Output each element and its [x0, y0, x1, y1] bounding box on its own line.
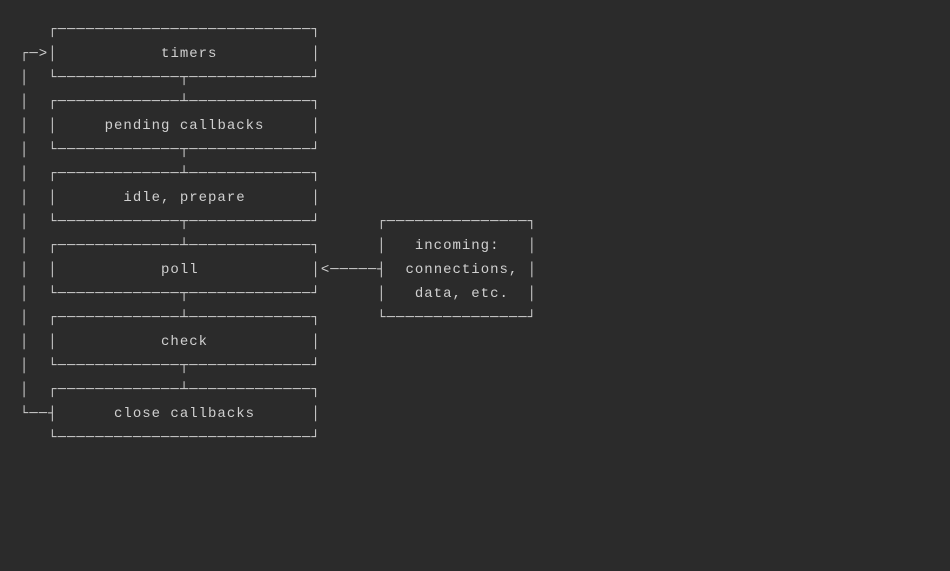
diagram-row: ┌───────────────────────────┐ [20, 22, 321, 38]
sidebox-line-3: data, etc. [415, 286, 509, 302]
phase-check: check [161, 334, 208, 350]
phase-pending-callbacks: pending callbacks [105, 118, 265, 134]
sidebox-line-2: connections, [406, 262, 519, 278]
diagram-row: │ ┌─────────────┴─────────────┐ [20, 166, 321, 182]
diagram-row: │ └─────────────┬─────────────┘ ┌───────… [20, 214, 537, 230]
phase-idle-prepare: idle, prepare [123, 190, 245, 206]
diagram-row: │ │ pending callbacks │ [20, 118, 321, 134]
diagram-row: │ ┌─────────────┴─────────────┐ │ incomi… [20, 238, 537, 254]
diagram-row: └──┤ close callbacks │ [20, 406, 321, 422]
phase-poll: poll [161, 262, 199, 278]
diagram-row: └───────────────────────────┘ [20, 430, 321, 446]
sidebox-line-1: incoming: [415, 238, 500, 254]
phase-close-callbacks: close callbacks [114, 406, 255, 422]
diagram-row: ┌─>│ timers │ [20, 46, 321, 62]
diagram-row: │ │ poll │<─────┤ connections, │ [20, 262, 537, 278]
diagram-row: │ ┌─────────────┴─────────────┐ └───────… [20, 310, 537, 326]
diagram-row: │ │ check │ [20, 334, 321, 350]
entry-arrow-icon: ─> [29, 46, 48, 62]
diagram-row: │ ┌─────────────┴─────────────┐ [20, 382, 321, 398]
diagram-row: │ │ idle, prepare │ [20, 190, 321, 206]
phase-arrow-icon: <───── [321, 262, 377, 278]
diagram-row: │ └─────────────┬─────────────┘ │ data, … [20, 286, 537, 302]
phase-timers: timers [161, 46, 217, 62]
event-loop-diagram: ┌───────────────────────────┐ ┌─>│ timer… [0, 0, 950, 468]
diagram-row: │ └─────────────┬─────────────┘ [20, 70, 321, 86]
diagram-row: │ └─────────────┬─────────────┘ [20, 358, 321, 374]
diagram-row: │ ┌─────────────┴─────────────┐ [20, 94, 321, 110]
diagram-row: │ └─────────────┬─────────────┘ [20, 142, 321, 158]
